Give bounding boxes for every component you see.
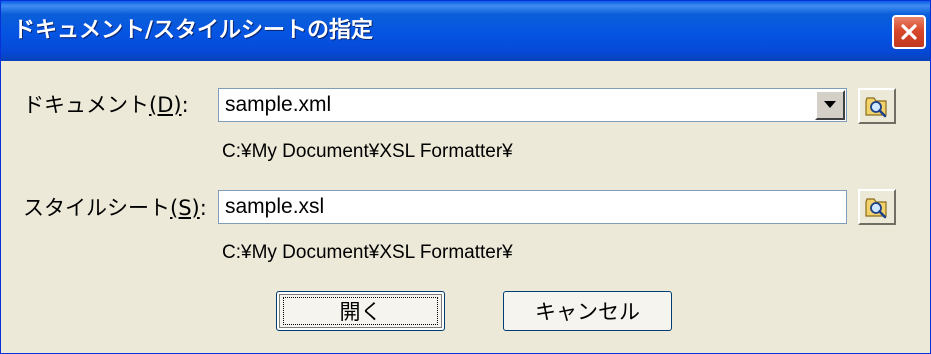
stylesheet-input[interactable]: sample.xsl (218, 190, 847, 224)
stylesheet-path: C:¥My Document¥XSL Formatter¥ (222, 242, 513, 263)
cancel-button[interactable]: キャンセル (503, 291, 672, 331)
document-dropdown-button[interactable] (815, 90, 845, 120)
close-icon (901, 24, 917, 40)
open-button[interactable]: 開く (276, 291, 445, 331)
close-button[interactable] (892, 15, 926, 49)
cancel-button-label: キャンセル (535, 300, 640, 324)
title-bar[interactable]: ドキュメント/スタイルシートの指定 (1, 1, 930, 61)
stylesheet-value: sample.xsl (225, 195, 325, 218)
focus-rect (283, 297, 438, 325)
folder-search-icon (865, 97, 887, 118)
document-browse-button[interactable] (858, 88, 896, 124)
document-path: C:¥My Document¥XSL Formatter¥ (222, 141, 513, 162)
document-label: ドキュメント(D): (23, 93, 189, 117)
chevron-down-icon (824, 101, 836, 108)
window-title: ドキュメント/スタイルシートの指定 (13, 18, 374, 43)
dialog-window: ドキュメント/スタイルシートの指定 ドキュメント(D): sample.xml … (0, 0, 931, 354)
document-value: sample.xml (225, 93, 332, 116)
document-combobox[interactable]: sample.xml (218, 88, 847, 122)
folder-search-icon (865, 198, 887, 219)
stylesheet-browse-button[interactable] (858, 189, 896, 225)
stylesheet-label: スタイルシート(S): (23, 196, 207, 220)
